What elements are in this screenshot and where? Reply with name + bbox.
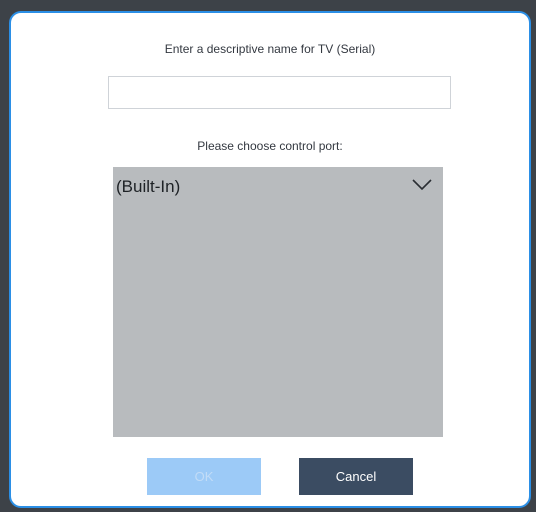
port-option-built-in[interactable]: (Built-In) (113, 167, 443, 201)
control-port-list[interactable]: (Built-In) (113, 167, 443, 437)
cancel-button[interactable]: Cancel (299, 458, 413, 495)
add-device-dialog: Enter a descriptive name for TV (Serial)… (9, 11, 531, 508)
device-name-prompt: Enter a descriptive name for TV (Serial) (164, 42, 376, 56)
chevron-down-icon[interactable] (411, 178, 433, 192)
control-port-prompt: Please choose control port: (197, 139, 343, 153)
device-name-input[interactable] (108, 76, 451, 109)
ok-button[interactable]: OK (147, 458, 261, 495)
port-option-label: (Built-In) (116, 177, 181, 196)
